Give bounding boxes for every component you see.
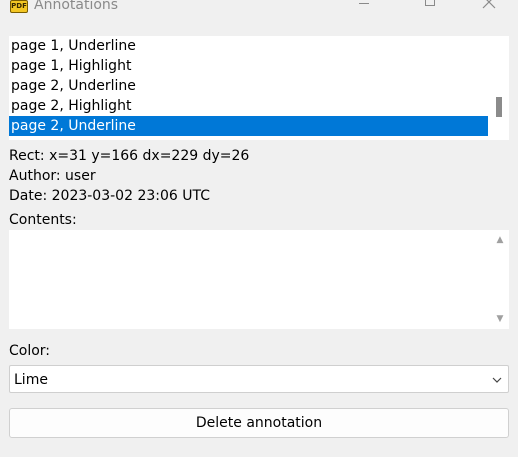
list-item-selected[interactable]: page 2, Underline — [9, 116, 488, 136]
window-title: Annotations — [34, 0, 119, 13]
close-button[interactable] — [466, 0, 512, 15]
pdf-app-icon: PDF — [10, 0, 28, 13]
scroll-down-icon[interactable]: ▼ — [493, 313, 507, 325]
delete-annotation-button[interactable]: Delete annotation — [9, 408, 509, 438]
rect-info: Rect: x=31 y=166 dx=229 dy=26 — [9, 148, 250, 164]
chevron-down-icon — [492, 377, 502, 383]
color-label: Color: — [9, 343, 51, 359]
contents-textarea[interactable]: ▲ ▼ — [9, 230, 509, 329]
title-bar: PDF Annotations — [0, 0, 518, 18]
list-item[interactable]: page 2, Highlight — [9, 96, 488, 116]
list-item[interactable]: page 2, Underline — [9, 76, 488, 96]
date-info: Date: 2023-03-02 23:06 UTC — [9, 188, 210, 204]
list-item[interactable]: page 1, Highlight — [9, 56, 488, 76]
color-select[interactable]: Lime — [9, 365, 509, 393]
color-select-value: Lime — [14, 372, 48, 388]
contents-label: Contents: — [9, 212, 77, 228]
author-info: Author: user — [9, 168, 96, 184]
maximize-icon — [425, 0, 435, 6]
list-scrollbar-thumb[interactable] — [496, 97, 502, 117]
list-item[interactable]: page 1, Underline — [9, 36, 488, 56]
scroll-up-icon[interactable]: ▲ — [493, 234, 507, 246]
annotations-list[interactable]: page 1, Underline page 1, Highlight page… — [9, 36, 509, 140]
maximize-button[interactable] — [408, 0, 454, 15]
minimize-icon — [359, 3, 369, 4]
minimize-button[interactable] — [340, 0, 386, 15]
close-icon — [482, 0, 496, 9]
